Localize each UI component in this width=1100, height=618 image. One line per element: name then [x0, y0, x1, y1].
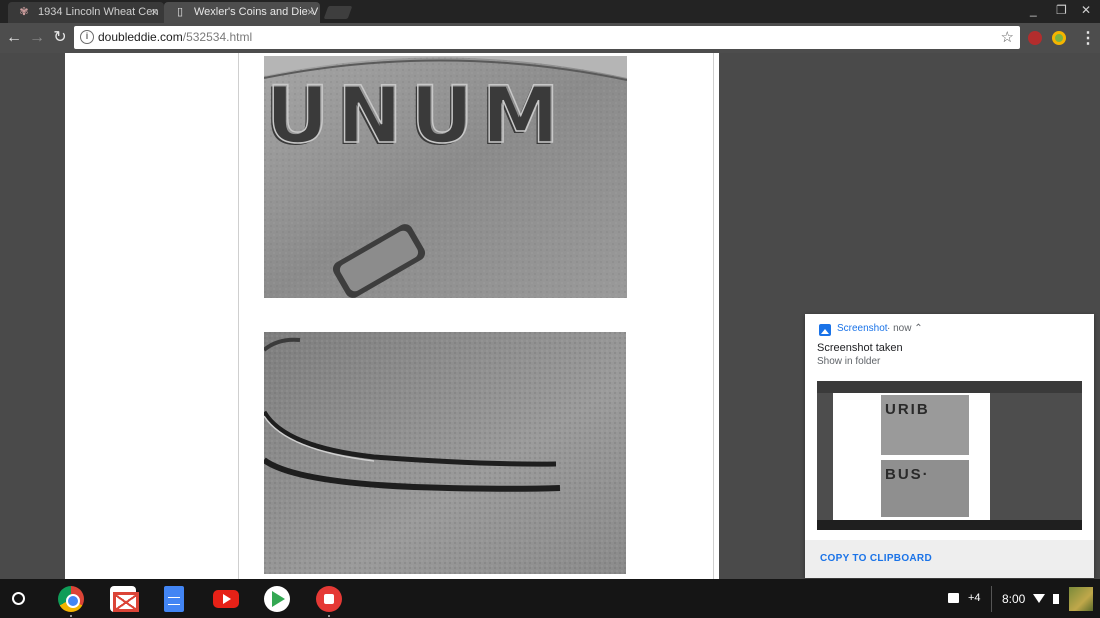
- address-bar[interactable]: i doubleddie.com/532534.html ☆: [74, 26, 1020, 49]
- url-text[interactable]: doubleddie.com/532534.html: [98, 30, 252, 44]
- clock[interactable]: 8:00: [1002, 592, 1025, 606]
- thumbnail-page: URIB BUS·: [833, 393, 990, 520]
- running-indicator: [328, 615, 330, 617]
- notification-count[interactable]: +4: [968, 592, 981, 604]
- screenshot-notification[interactable]: Screenshot · now ⌃ Screenshot taken Show…: [805, 314, 1094, 578]
- copy-to-clipboard-button[interactable]: COPY TO CLIPBOARD: [820, 553, 932, 564]
- battery-icon[interactable]: [1053, 594, 1059, 604]
- coin-closeup-image-stem: [264, 332, 626, 574]
- notification-time[interactable]: · now ⌃: [887, 323, 923, 334]
- notification-actions: COPY TO CLIPBOARD: [805, 540, 1094, 578]
- close-tab-icon[interactable]: ×: [307, 2, 314, 22]
- wifi-icon[interactable]: [1033, 594, 1045, 603]
- restore-icon[interactable]: ❐: [1056, 3, 1067, 17]
- notification-title: Screenshot taken: [817, 342, 903, 354]
- photos-icon[interactable]: [316, 586, 342, 617]
- url-host: doubleddie.com: [98, 30, 183, 44]
- tab-title: Wexler's Coins and Die V: [194, 6, 319, 18]
- play-store-icon[interactable]: [264, 586, 290, 612]
- screenshot-thumbnail[interactable]: URIB BUS·: [817, 381, 1082, 530]
- launcher-icon[interactable]: [12, 592, 25, 605]
- coin-favicon-icon: ✾: [19, 6, 29, 18]
- browser-toolbar: ← → ↻ i doubleddie.com/532534.html ☆: [0, 23, 1100, 53]
- thumbnail-coin-text: URIB: [885, 401, 930, 418]
- close-window-icon[interactable]: ✕: [1081, 3, 1091, 17]
- image-icon: [819, 324, 831, 336]
- reload-icon[interactable]: ↻: [50, 28, 70, 48]
- gmail-icon[interactable]: [110, 586, 139, 612]
- minimize-icon[interactable]: _: [1030, 3, 1037, 17]
- column-divider: [238, 53, 239, 579]
- menu-dots-icon[interactable]: ⋮: [1080, 28, 1096, 48]
- page-icon: ▯: [176, 6, 184, 18]
- extension-icon[interactable]: [1028, 31, 1042, 45]
- new-tab-button[interactable]: [323, 6, 353, 19]
- youtube-icon[interactable]: [213, 590, 239, 608]
- screenshot-tray-icon[interactable]: [948, 593, 959, 603]
- docs-icon[interactable]: [164, 586, 184, 612]
- thumbnail-browser-bar: [817, 381, 1082, 393]
- running-indicator: [70, 615, 72, 617]
- thumbnail-shelf: [817, 520, 1082, 530]
- url-path: /532534.html: [182, 30, 253, 44]
- coin-legend-highlight: UNUM: [266, 71, 568, 161]
- show-in-folder-link[interactable]: Show in folder: [817, 356, 880, 367]
- tab-wexlers-coins[interactable]: ▯ Wexler's Coins and Die V ×: [164, 2, 320, 23]
- coin-closeup-image-unum: UNUM UNUM: [264, 56, 627, 298]
- thumbnail-coin-image: URIB: [881, 395, 969, 455]
- web-page: UNUM UNUM: [65, 53, 719, 579]
- os-shelf: [0, 579, 1100, 618]
- tab-title: 1934 Lincoln Wheat Cen: [38, 6, 159, 18]
- thumbnail-coin-image: BUS·: [881, 460, 969, 517]
- bookmark-star-icon[interactable]: ☆: [1001, 28, 1014, 46]
- tab-lincoln-wheat[interactable]: ✾ 1934 Lincoln Wheat Cen ×: [8, 2, 164, 23]
- forward-arrow-icon[interactable]: →: [27, 28, 47, 48]
- notification-app-name: Screenshot: [837, 323, 888, 334]
- avatar[interactable]: [1069, 587, 1093, 611]
- tab-strip: ✾ 1934 Lincoln Wheat Cen × ▯ Wexler's Co…: [0, 0, 1100, 23]
- thumbnail-coin-text: BUS·: [885, 466, 930, 483]
- chrome-icon[interactable]: [58, 586, 84, 617]
- column-divider: [713, 53, 714, 579]
- close-tab-icon[interactable]: ×: [151, 2, 158, 22]
- info-icon[interactable]: i: [80, 30, 94, 44]
- tray-divider: [991, 586, 992, 612]
- back-arrow-icon[interactable]: ←: [4, 28, 24, 48]
- extension-icon[interactable]: [1052, 31, 1066, 45]
